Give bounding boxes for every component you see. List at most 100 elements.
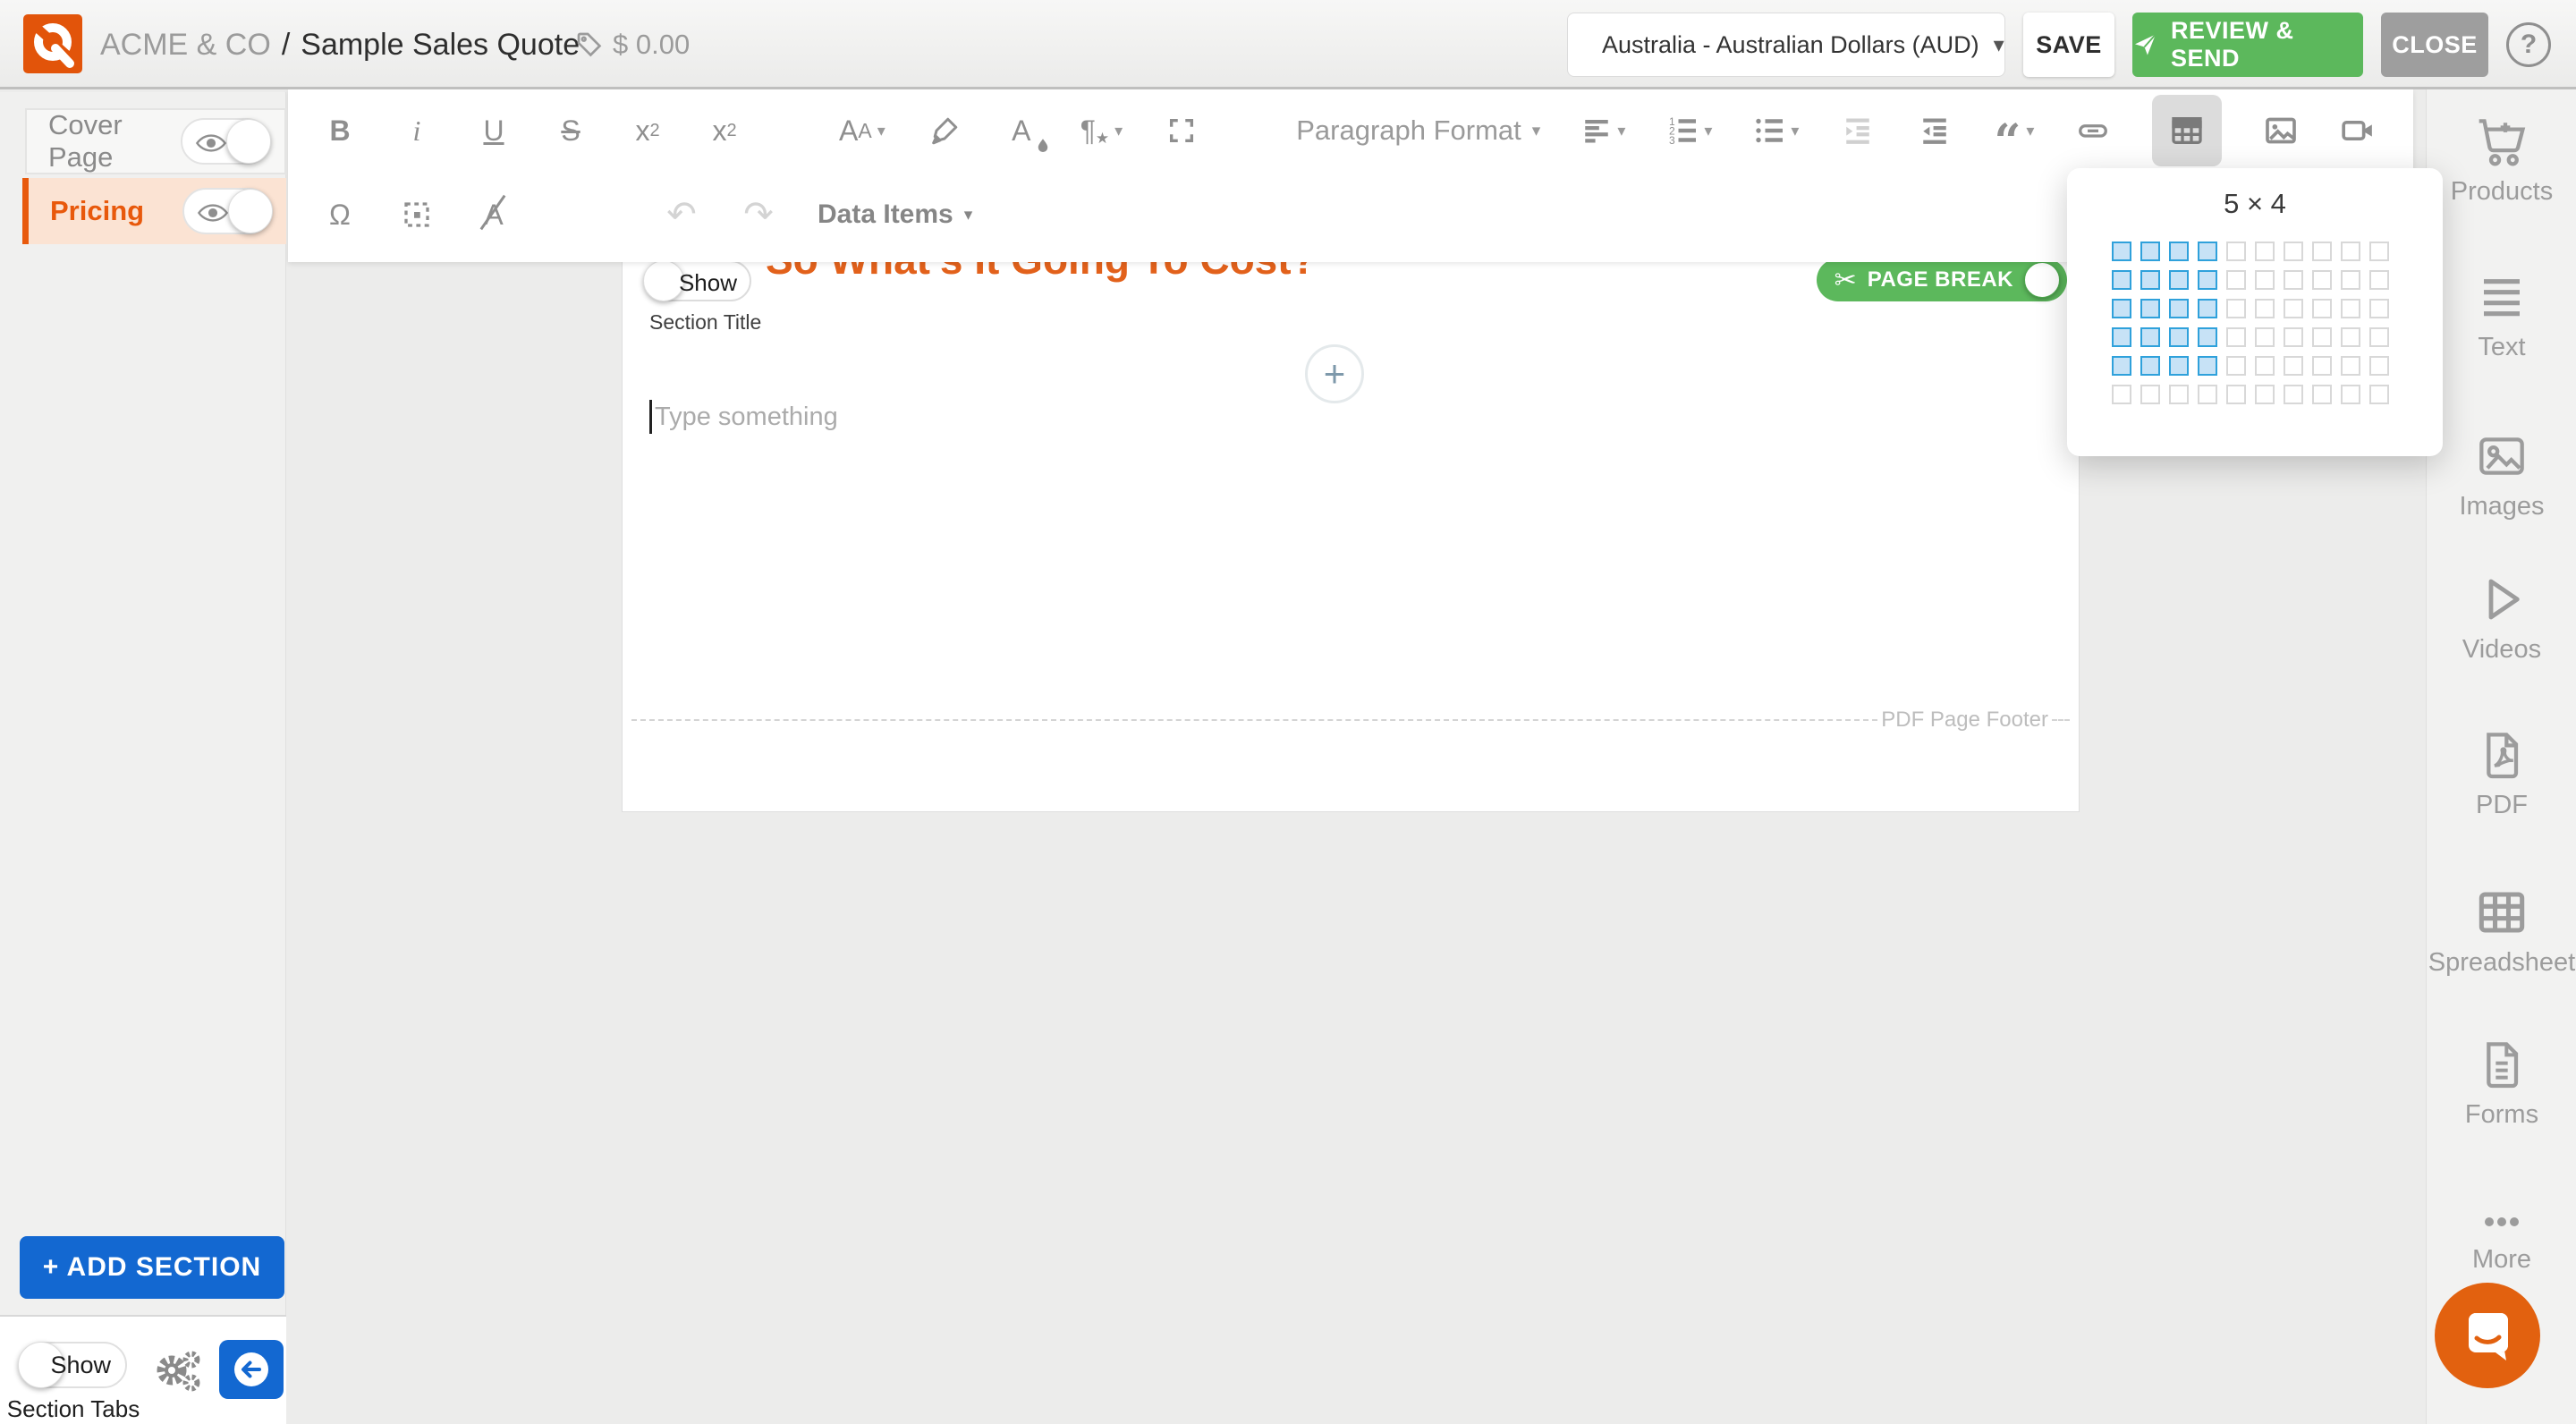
grid-size-cell[interactable]: [2169, 385, 2189, 404]
grid-size-cell[interactable]: [2255, 385, 2275, 404]
strikethrough-button[interactable]: S: [553, 97, 589, 165]
blockquote-button[interactable]: “ ▾: [1994, 97, 2034, 165]
grid-size-cell[interactable]: [2112, 299, 2131, 318]
toggle-knob[interactable]: [226, 119, 271, 164]
subscript-button[interactable]: x2: [630, 97, 665, 165]
grid-size-cell[interactable]: [2226, 385, 2246, 404]
grid-size-cell[interactable]: [2369, 299, 2389, 318]
grid-size-cell[interactable]: [2140, 242, 2160, 261]
grid-size-cell[interactable]: [2341, 327, 2360, 347]
grid-size-cell[interactable]: [2226, 327, 2246, 347]
palette-item-forms[interactable]: Forms: [2427, 1036, 2576, 1130]
grid-size-cell[interactable]: [2369, 356, 2389, 376]
grid-size-cell[interactable]: [2226, 356, 2246, 376]
grid-size-cell[interactable]: [2226, 270, 2246, 290]
link-button[interactable]: [2075, 97, 2111, 165]
grid-size-cell[interactable]: [2198, 270, 2217, 290]
section-tabs-toggle[interactable]: Show: [20, 1342, 127, 1388]
outdent-button[interactable]: [1840, 97, 1876, 165]
sidebar-item-pricing[interactable]: Pricing: [22, 178, 286, 244]
grid-size-cell[interactable]: [2255, 299, 2275, 318]
collapse-sidebar-button[interactable]: [219, 1340, 284, 1399]
grid-size-cell[interactable]: [2284, 327, 2303, 347]
grid-size-cell[interactable]: [2341, 385, 2360, 404]
grid-size-cell[interactable]: [2341, 270, 2360, 290]
add-block-button[interactable]: +: [1305, 344, 1364, 403]
save-button[interactable]: SAVE: [2023, 13, 2114, 77]
palette-item-pdf[interactable]: PDF: [2427, 726, 2576, 820]
grid-size-cell[interactable]: [2284, 356, 2303, 376]
grid-size-cell[interactable]: [2112, 270, 2131, 290]
grid-size-cell[interactable]: [2140, 327, 2160, 347]
sidebar-item-cover-page[interactable]: Cover Page: [25, 108, 286, 174]
brand-name[interactable]: ACME & CO: [100, 28, 271, 63]
palette-item-more[interactable]: More: [2427, 1206, 2576, 1275]
grid-size-cell[interactable]: [2140, 385, 2160, 404]
page-break-toggle[interactable]: ✂ PAGE BREAK: [1817, 259, 2067, 301]
highlighter-button[interactable]: [927, 97, 962, 165]
grid-size-cell[interactable]: [2226, 299, 2246, 318]
grid-size-cell[interactable]: [2284, 242, 2303, 261]
ordered-list-button[interactable]: 123 ▾: [1666, 97, 1712, 165]
fullscreen-button[interactable]: [1164, 97, 1199, 165]
visibility-toggle[interactable]: [181, 118, 270, 165]
grid-size-cell[interactable]: [2341, 242, 2360, 261]
grid-size-cell[interactable]: [2341, 356, 2360, 376]
palette-item-text[interactable]: Text: [2427, 268, 2576, 362]
text-block[interactable]: Type something: [649, 400, 838, 434]
table-size-grid[interactable]: [2112, 242, 2443, 404]
bold-button[interactable]: B: [322, 97, 358, 165]
insert-video-button[interactable]: [2340, 97, 2376, 165]
grid-size-cell[interactable]: [2284, 385, 2303, 404]
grid-size-cell[interactable]: [2140, 299, 2160, 318]
grid-size-cell[interactable]: [2112, 242, 2131, 261]
underline-button[interactable]: U: [476, 97, 512, 165]
grid-size-cell[interactable]: [2284, 270, 2303, 290]
paragraph-style-button[interactable]: ¶★▾: [1080, 97, 1123, 165]
align-button[interactable]: ▾: [1581, 97, 1625, 165]
grid-size-cell[interactable]: [2198, 242, 2217, 261]
grid-size-cell[interactable]: [2255, 327, 2275, 347]
grid-size-cell[interactable]: [2312, 327, 2332, 347]
undo-button[interactable]: ↶: [664, 181, 699, 249]
select-cell-button[interactable]: [399, 181, 435, 249]
indent-button[interactable]: [1917, 97, 1953, 165]
grid-size-cell[interactable]: [2169, 356, 2189, 376]
grid-size-cell[interactable]: [2169, 299, 2189, 318]
grid-size-cell[interactable]: [2140, 356, 2160, 376]
document-title[interactable]: Sample Sales Quote: [301, 28, 580, 63]
palette-item-images[interactable]: Images: [2427, 428, 2576, 521]
bullet-list-button[interactable]: ▾: [1753, 97, 1799, 165]
toggle-knob[interactable]: [228, 189, 273, 233]
add-section-button[interactable]: + ADD SECTION: [20, 1236, 284, 1299]
page-break-knob[interactable]: [2024, 262, 2060, 298]
grid-size-cell[interactable]: [2255, 356, 2275, 376]
redo-button[interactable]: ↷: [741, 181, 776, 249]
grid-size-cell[interactable]: [2198, 385, 2217, 404]
palette-item-videos[interactable]: Videos: [2427, 571, 2576, 665]
grid-size-cell[interactable]: [2369, 270, 2389, 290]
currency-selector[interactable]: Australia - Australian Dollars (AUD) ▾: [1567, 13, 2005, 77]
help-button[interactable]: ?: [2506, 22, 2551, 67]
insert-table-button[interactable]: [2152, 95, 2222, 166]
grid-size-cell[interactable]: [2198, 299, 2217, 318]
text-color-button[interactable]: A: [1004, 97, 1039, 165]
grid-size-cell[interactable]: [2284, 299, 2303, 318]
grid-size-cell[interactable]: [2312, 270, 2332, 290]
visibility-toggle[interactable]: [182, 188, 272, 234]
section-title-toggle[interactable]: Show: [644, 260, 751, 301]
insert-image-button[interactable]: [2263, 97, 2299, 165]
palette-item-products[interactable]: Products: [2427, 113, 2576, 207]
grid-size-cell[interactable]: [2112, 385, 2131, 404]
italic-button[interactable]: i: [399, 97, 435, 165]
grid-size-cell[interactable]: [2369, 242, 2389, 261]
review-send-button[interactable]: REVIEW & SEND: [2132, 13, 2363, 77]
grid-size-cell[interactable]: [2312, 299, 2332, 318]
close-button[interactable]: CLOSE: [2381, 13, 2488, 77]
grid-size-cell[interactable]: [2140, 270, 2160, 290]
grid-size-cell[interactable]: [2112, 327, 2131, 347]
grid-size-cell[interactable]: [2369, 327, 2389, 347]
settings-gear-icon[interactable]: [150, 1343, 206, 1399]
grid-size-cell[interactable]: [2312, 385, 2332, 404]
grid-size-cell[interactable]: [2255, 270, 2275, 290]
